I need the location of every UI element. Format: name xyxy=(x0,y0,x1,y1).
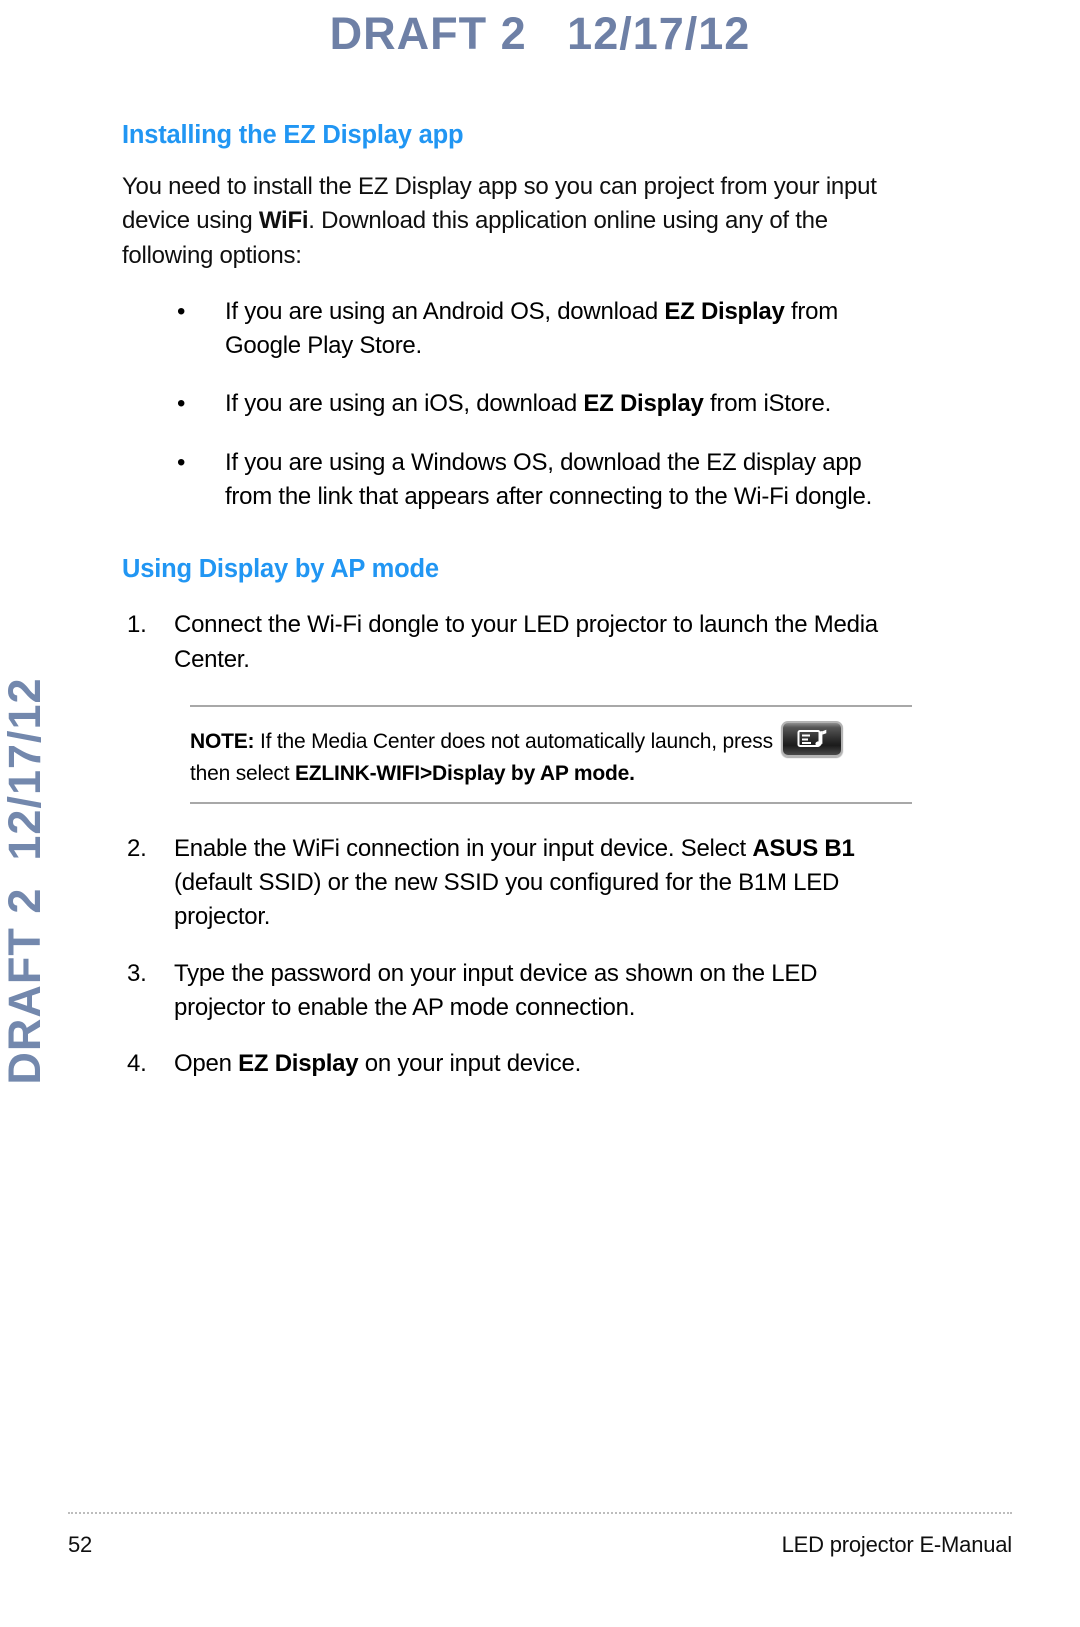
step-text-part1: Connect the Wi-Fi dongle to your LED pro… xyxy=(174,611,878,673)
intro-paragraph: You need to install the EZ Display app s… xyxy=(122,170,912,273)
footer-page-number: 52 xyxy=(68,1532,93,1557)
document-page: DRAFT 2 12/17/12 DRAFT 2 12/17/12 Instal… xyxy=(0,0,1080,1627)
note-box: NOTE: If the Media Center does not autom… xyxy=(190,704,912,804)
list-item: 1. Connect the Wi-Fi dongle to your LED p… xyxy=(122,608,912,677)
step-number: 3. xyxy=(127,959,147,987)
step-number: 2. xyxy=(127,834,147,862)
note-text-after-icon: then select xyxy=(190,761,295,785)
footer-manual-title: LED projector E-Manual xyxy=(781,1532,1013,1557)
note-line-second: then select EZLINK-WIFI>Display by AP mo… xyxy=(190,758,912,790)
bullet-text-part1: If you are using an iOS, download xyxy=(225,390,584,418)
download-options-list: • If you are using an Android OS, downloa… xyxy=(122,295,912,515)
step-number: 4. xyxy=(127,1050,147,1078)
draft-watermark-top: DRAFT 2 12/17/12 xyxy=(329,8,751,59)
step-text-part1: Open xyxy=(174,1050,239,1078)
list-item: • If you are using an iOS, download EZ Di… xyxy=(122,387,912,421)
step-bold-ez-display: EZ Display xyxy=(238,1050,359,1078)
bullet-dot-icon: • xyxy=(177,390,186,418)
note-label: NOTE: xyxy=(190,729,255,753)
step-number: 1. xyxy=(127,611,147,639)
list-item: 2. Enable the WiFi connection in your inp… xyxy=(122,832,912,935)
list-item: • If you are using an Android OS, downloa… xyxy=(122,295,912,364)
bullet-dot-icon: • xyxy=(177,297,186,325)
intro-bold-wifi: WiFi xyxy=(258,207,309,235)
bullet-text-part1: If you are using a Windows OS, download … xyxy=(225,448,873,511)
page-footer: 52 LED projector E-Manual xyxy=(68,1532,1012,1558)
note-text-before-icon: If the Media Center does not automatical… xyxy=(254,729,779,753)
ap-mode-steps-part1: 1. Connect the Wi-Fi dongle to your LED p… xyxy=(122,608,912,677)
step-bold-asus-b1: ASUS B1 xyxy=(752,834,855,862)
bullet-bold-ez-display: EZ Display xyxy=(664,297,785,325)
list-item: 4. Open EZ Display on your input device. xyxy=(122,1047,912,1081)
page-content: Installing the EZ Display app You need t… xyxy=(122,120,912,1104)
step-text-part1: Enable the WiFi connection in your input… xyxy=(174,834,753,862)
step-text-part1: Type the password on your input device a… xyxy=(174,959,818,1021)
step-text-part2: (default SSID) or the new SSID you confi… xyxy=(174,869,840,931)
ap-mode-steps-part2: 2. Enable the WiFi connection in your inp… xyxy=(122,832,912,1082)
bullet-text-part2: from iStore. xyxy=(703,390,832,418)
heading-using-display-by-ap-mode: Using Display by AP mode xyxy=(122,555,439,584)
draft-watermark-side: DRAFT 2 12/17/12 xyxy=(0,677,50,1085)
note-line-first: NOTE: If the Media Center does not autom… xyxy=(190,720,912,758)
list-item: 3. Type the password on your input device… xyxy=(122,957,912,1026)
heading-installing-ez-display-app: Installing the EZ Display app xyxy=(122,121,464,149)
bullet-bold-ez-display: EZ Display xyxy=(583,390,704,418)
bullet-text-part1: If you are using an Android OS, download xyxy=(225,297,665,325)
note-bold-target: EZLINK-WIFI>Display by AP mode. xyxy=(295,761,635,785)
footer-divider xyxy=(68,1512,1012,1514)
media-center-key-icon[interactable] xyxy=(780,720,843,757)
step-text-part2: on your input device. xyxy=(358,1050,581,1078)
list-item: • If you are using a Windows OS, download… xyxy=(122,446,912,515)
bullet-dot-icon: • xyxy=(177,448,186,476)
